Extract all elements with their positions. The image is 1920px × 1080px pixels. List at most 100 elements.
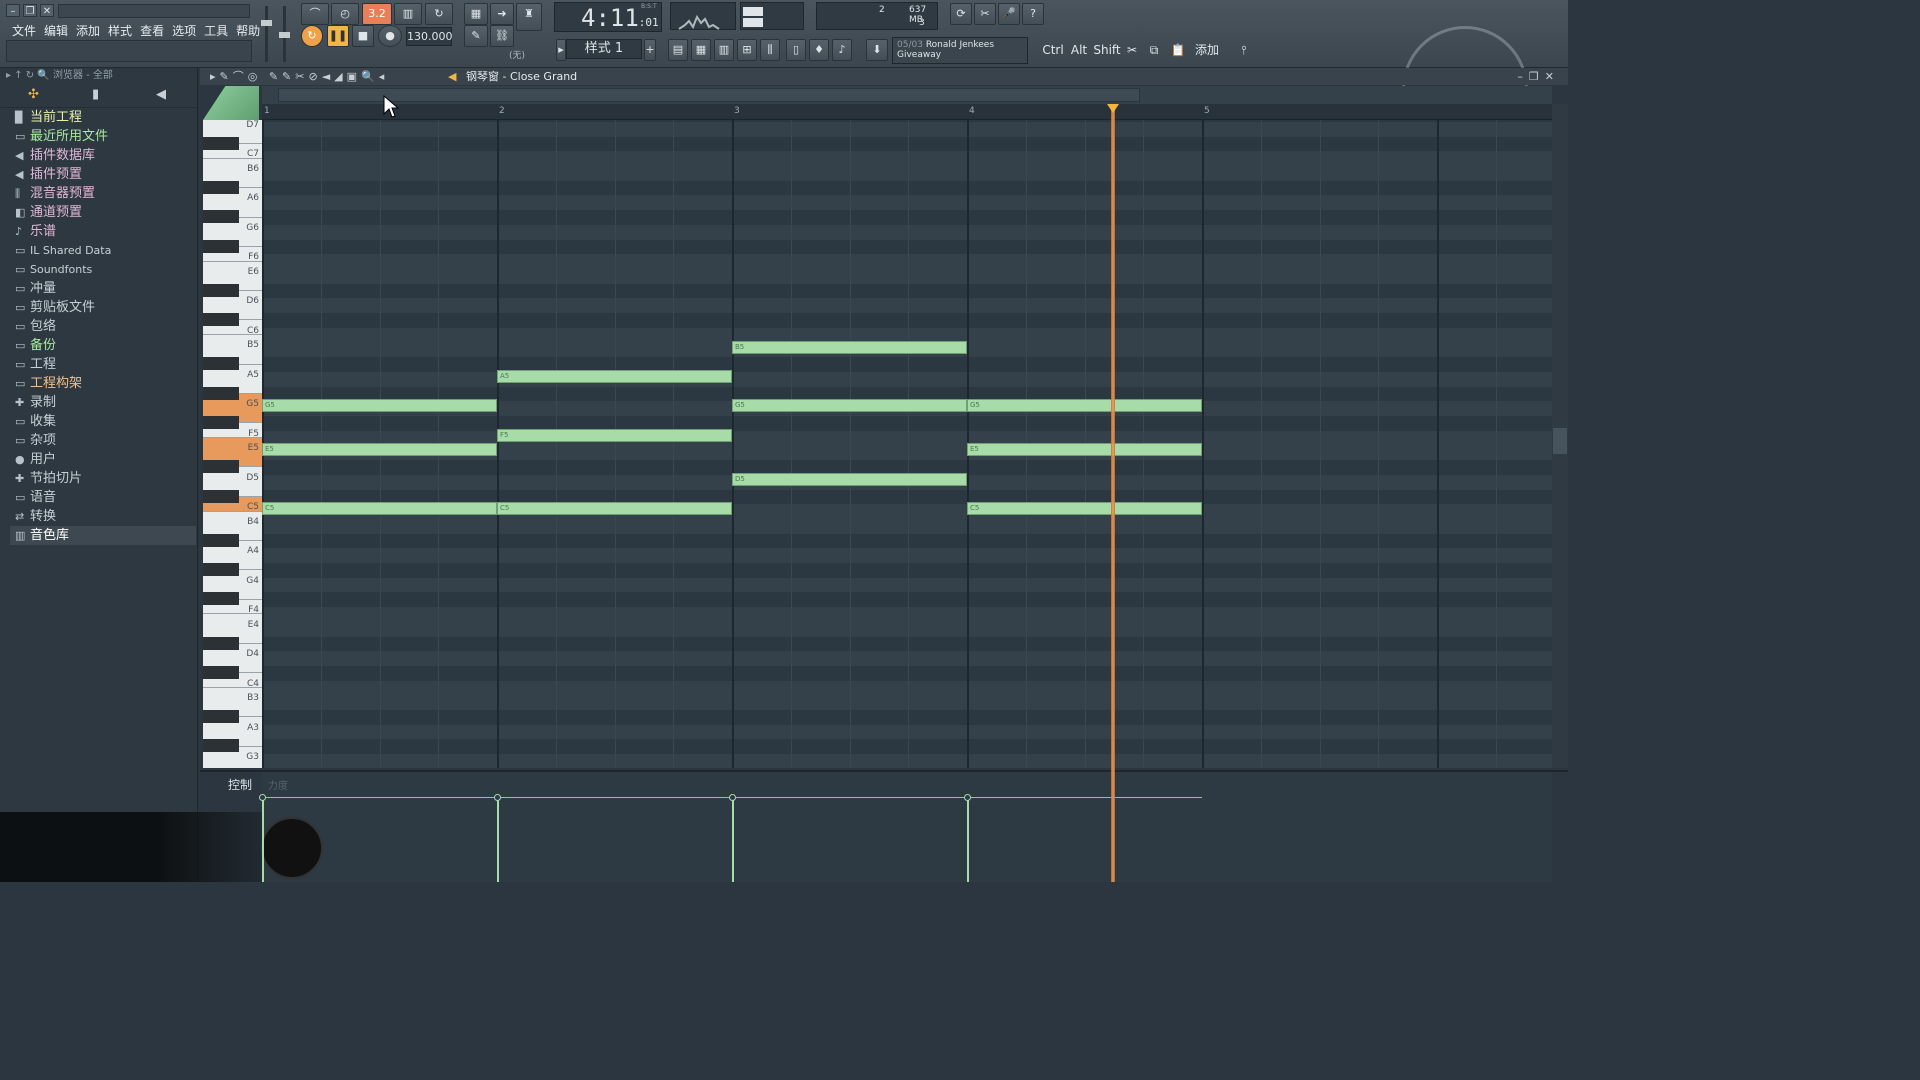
help-icon[interactable]: ? (1022, 3, 1044, 25)
horizontal-scroll-thumb[interactable] (278, 88, 1140, 102)
play-button[interactable]: ❚❚ (327, 25, 349, 47)
download-icon[interactable]: ⬇ (866, 39, 888, 61)
alt-key[interactable]: Alt (1068, 39, 1090, 61)
velocity-handle[interactable] (729, 794, 736, 801)
browser-speaker-icon[interactable]: ◀ (156, 87, 166, 102)
browser-item[interactable]: ▭ 剪贴板文件 (10, 298, 196, 317)
plugin-picker-icon[interactable]: ♦ (809, 39, 829, 61)
piano-key-black[interactable] (203, 283, 239, 297)
browser-item[interactable]: ♪ 乐谱 (10, 222, 196, 241)
browser-item[interactable]: ▭ 语音 (10, 488, 196, 507)
metronome-icon[interactable]: ♜ (516, 3, 542, 31)
note[interactable]: C5 (497, 502, 732, 516)
close-icon[interactable]: ✕ (40, 4, 54, 17)
step-seq-button[interactable]: ➜ (490, 3, 514, 25)
loop-record-button[interactable]: ↻ (425, 3, 453, 25)
velocity-handle[interactable] (259, 794, 266, 801)
cut-icon[interactable]: ✂ (1124, 39, 1140, 61)
browser-item[interactable]: ◀ 插件预置 (10, 165, 196, 184)
news-panel[interactable]: 05/03 Ronald Jenkees Giveaway (892, 37, 1028, 64)
velocity-bar[interactable] (262, 797, 264, 882)
note[interactable]: G5 (732, 399, 967, 413)
browser-item[interactable]: ✚ 节拍切片 (10, 469, 196, 488)
browser-item[interactable]: ⫼ 混音器预置 (10, 184, 196, 203)
note[interactable]: D5 (732, 472, 967, 486)
piano-key-black[interactable] (203, 636, 239, 650)
ctrl-key[interactable]: Ctrl (1040, 39, 1066, 61)
velocity-handle[interactable] (494, 794, 501, 801)
browser-item[interactable]: ◀ 插件数据库 (10, 146, 196, 165)
velocity-handle[interactable] (964, 794, 971, 801)
piano-key-black[interactable] (203, 416, 239, 429)
piano-key-black[interactable] (203, 210, 239, 224)
note[interactable]: C5 (262, 502, 497, 516)
piano-key-black[interactable] (203, 533, 239, 547)
piano-roll-tools-icon[interactable]: ▸✎⌒◎ ✎✎✂⊘◄◢▣🔍◂ (210, 68, 388, 85)
note[interactable]: E5 (262, 443, 497, 457)
tempo-display[interactable]: 130.000 (406, 27, 453, 46)
mixer-faders-icon[interactable]: ⫼ (760, 39, 780, 61)
menu-patterns[interactable]: 样式 (104, 20, 136, 41)
piano-key-black[interactable] (203, 180, 239, 194)
browser-item[interactable]: ▥ 音色库 (10, 526, 196, 545)
piano-key-black[interactable] (203, 357, 239, 371)
menu-options[interactable]: 选项 (168, 20, 200, 41)
pin-icon[interactable]: ⫯ (1236, 39, 1252, 61)
velocity-lane[interactable] (262, 772, 1552, 882)
vertical-scroll-thumb[interactable] (1553, 428, 1567, 454)
note[interactable]: G5 (967, 399, 1202, 413)
velocity-bar[interactable] (967, 797, 969, 882)
browser-item[interactable]: ▭ 收集 (10, 412, 196, 431)
menu-add[interactable]: 添加 (72, 20, 104, 41)
pitch-bend-button[interactable]: ⌒ (301, 3, 329, 25)
pattern-selector[interactable]: 样式 1 (566, 39, 642, 59)
note[interactable]: F5 (497, 428, 732, 442)
browser-item[interactable]: ✚ 录制 (10, 393, 196, 412)
browser-item[interactable]: ▭ 最近所用文件 (10, 127, 196, 146)
piano-key-black[interactable] (203, 136, 239, 150)
control-selector[interactable]: 控制 (228, 776, 252, 793)
step-edit-button[interactable]: ▥ (394, 3, 422, 25)
browser-files-icon[interactable]: ▮ (92, 87, 99, 102)
speaker-icon[interactable]: ◀ (448, 68, 456, 85)
piano-key-black[interactable] (203, 489, 239, 503)
note-grid[interactable]: G5 E5 C5 A5 F5 C5 B5 G5 D5 G5 E5 C5 (262, 120, 1552, 768)
pattern-prev-icon[interactable]: ▸ (556, 39, 566, 61)
minimize-icon[interactable]: – (6, 4, 20, 17)
menu-view[interactable]: 查看 (136, 20, 168, 41)
note[interactable]: E5 (967, 443, 1202, 457)
browser-nav-icon[interactable]: ▸ ↑ ↻ 🔍 (6, 70, 53, 81)
piano-key-black[interactable] (203, 710, 239, 723)
browser-item[interactable]: ● 用户 (10, 450, 196, 469)
copy-icon[interactable]: ⧉ (1146, 39, 1162, 61)
typing-keyboard-button[interactable]: ▦ (464, 3, 488, 25)
note[interactable]: A5 (497, 369, 732, 383)
stop-button[interactable]: ■ (352, 25, 374, 47)
shift-key[interactable]: Shift (1093, 39, 1121, 61)
browser-item[interactable]: ▭ Soundfonts (10, 260, 196, 279)
menu-help[interactable]: 帮助 (232, 20, 264, 41)
browser-all-icon[interactable]: ✣ (28, 87, 39, 102)
touch-controller-icon[interactable]: ♪ (832, 39, 852, 61)
piano-roll-icon[interactable]: ▥ (714, 39, 734, 61)
playhead-marker-icon[interactable] (1106, 104, 1119, 113)
cut-tool-icon[interactable]: ✂ (974, 3, 996, 25)
master-pitch-handle[interactable] (279, 32, 290, 38)
playhead[interactable] (1110, 104, 1115, 882)
velocity-bar[interactable] (732, 797, 734, 882)
velocity-bar[interactable] (497, 797, 499, 882)
time-ruler[interactable]: 1 2 3 4 5 (262, 104, 1552, 120)
browser-item[interactable]: ◧ 通道预置 (10, 203, 196, 222)
browser-item[interactable]: ▭ 杂项 (10, 431, 196, 450)
browser-item[interactable]: ▭ 包络 (10, 317, 196, 336)
paste-icon[interactable]: 📋 (1170, 39, 1186, 61)
browser-item[interactable]: ▉ 当前工程 (10, 108, 196, 127)
piano-key-black[interactable] (203, 563, 239, 576)
playlist-icon[interactable]: ▤ (668, 39, 688, 61)
channel-rack-icon[interactable]: ▦ (691, 39, 711, 61)
master-volume-handle[interactable] (261, 20, 272, 26)
microphone-icon[interactable]: 🎤 (998, 3, 1020, 25)
link-button[interactable]: ⛓ (490, 25, 514, 47)
record-button[interactable]: ● (378, 25, 402, 47)
piano-key-black[interactable] (203, 592, 239, 606)
